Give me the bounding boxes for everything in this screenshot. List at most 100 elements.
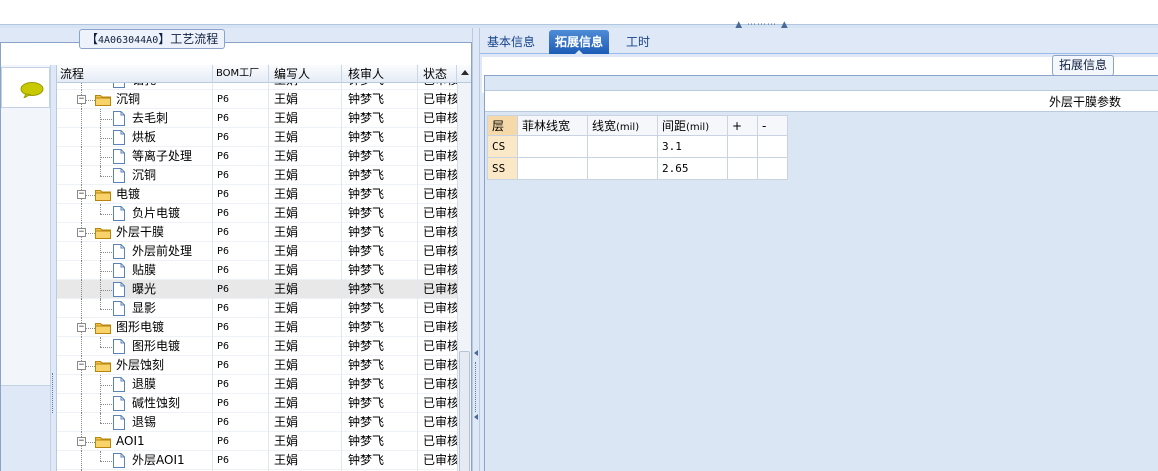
tree-step-row[interactable]: 图形电镀 P6 王娟 钟梦飞 已审核	[57, 337, 457, 356]
writer-cell[interactable]: 王娟	[269, 432, 342, 451]
tree-step-row[interactable]: 沉铜 P6 王娟 钟梦飞 已审核	[57, 166, 457, 185]
param-header-feilin[interactable]: 菲林线宽	[517, 115, 588, 136]
checker-cell[interactable]: 钟梦飞	[342, 318, 418, 337]
status-cell[interactable]: 已审核	[418, 109, 457, 128]
collapse-left-arrow-icon[interactable]	[474, 350, 478, 356]
status-cell[interactable]: 已审核	[418, 413, 457, 432]
checker-cell[interactable]: 钟梦飞	[342, 83, 418, 90]
speech-bubble-icon[interactable]	[20, 82, 44, 98]
param-header-layer[interactable]: 层	[487, 115, 518, 136]
expand-toggle-icon[interactable]: −	[77, 437, 86, 446]
writer-cell[interactable]: 王娟	[269, 242, 342, 261]
writer-cell[interactable]: 王娟	[269, 394, 342, 413]
flow-cell[interactable]: 贴膜	[57, 261, 213, 280]
status-cell[interactable]: 已审核	[418, 261, 457, 280]
status-cell[interactable]: 已审核	[418, 242, 457, 261]
flow-cell[interactable]: 外层前处理	[57, 242, 213, 261]
expand-toggle-icon[interactable]: −	[77, 361, 86, 370]
comment-chip[interactable]	[1, 67, 50, 108]
tree-step-row[interactable]: 碱性蚀刻 P6 王娟 钟梦飞 已审核	[57, 394, 457, 413]
col-header-writer[interactable]: 编写人	[269, 65, 342, 83]
checker-cell[interactable]: 钟梦飞	[342, 147, 418, 166]
tree-step-row[interactable]: 显影 P6 王娟 钟梦飞 已审核	[57, 299, 457, 318]
param-cell-layer[interactable]: SS	[487, 157, 518, 180]
col-header-bom[interactable]: BOM工厂	[213, 65, 269, 83]
param-cell-feilin[interactable]	[517, 135, 588, 158]
writer-cell[interactable]: 王娟	[269, 90, 342, 109]
scroll-thumb[interactable]	[459, 351, 470, 471]
bom-cell[interactable]: P6	[213, 83, 269, 90]
tab-basic-info[interactable]: 基本信息	[481, 30, 541, 54]
flow-cell[interactable]: 退膜	[57, 375, 213, 394]
tree-folder-row[interactable]: − 电镀 P6 王娟 钟梦飞 已审核	[57, 185, 457, 204]
param-header-spacing[interactable]: 间距(mil)	[657, 115, 728, 136]
writer-cell[interactable]: 王娟	[269, 451, 342, 470]
expand-toggle-icon[interactable]: −	[77, 323, 86, 332]
writer-cell[interactable]: 王娟	[269, 109, 342, 128]
writer-cell[interactable]: 王娟	[269, 318, 342, 337]
tree-step-row[interactable]: 去毛刺 P6 王娟 钟梦飞 已审核	[57, 109, 457, 128]
col-header-flow[interactable]: 流程	[57, 65, 213, 83]
tree-folder-row[interactable]: − 外层干膜 P6 王娟 钟梦飞 已审核	[57, 223, 457, 242]
tree-folder-row[interactable]: − AOI1 P6 王娟 钟梦飞 已审核	[57, 432, 457, 451]
writer-cell[interactable]: 王娟	[269, 280, 342, 299]
status-cell[interactable]: 已审核	[418, 147, 457, 166]
flow-cell[interactable]: 烘板	[57, 128, 213, 147]
checker-cell[interactable]: 钟梦飞	[342, 451, 418, 470]
status-cell[interactable]: 已审核	[418, 375, 457, 394]
bom-cell[interactable]: P6	[213, 413, 269, 432]
tree-step-row[interactable]: 曝光 P6 王娟 钟梦飞 已审核	[57, 280, 457, 299]
writer-cell[interactable]: 王娟	[269, 375, 342, 394]
status-cell[interactable]: 已审核	[418, 299, 457, 318]
checker-cell[interactable]: 钟梦飞	[342, 299, 418, 318]
param-cell-feilin[interactable]	[517, 157, 588, 180]
checker-cell[interactable]: 钟梦飞	[342, 394, 418, 413]
tab-work-hours[interactable]: 工时	[620, 30, 656, 54]
center-splitter-grip[interactable]	[475, 362, 478, 412]
expand-toggle-icon[interactable]: −	[77, 228, 86, 237]
flow-cell[interactable]: − 电镀	[57, 185, 213, 204]
checker-cell[interactable]: 钟梦飞	[342, 337, 418, 356]
tree-step-row[interactable]: 外层AOI1 P6 王娟 钟梦飞 已审核	[57, 451, 457, 470]
center-splitter[interactable]	[472, 28, 480, 471]
writer-cell[interactable]: 王娟	[269, 204, 342, 223]
flow-cell[interactable]: 显影	[57, 299, 213, 318]
tree-step-row[interactable]: 钻孔 P6王娟钟梦飞已审核	[57, 83, 457, 90]
status-cell[interactable]: 已审核	[418, 185, 457, 204]
flow-cell[interactable]: − AOI1	[57, 432, 213, 451]
flow-cell[interactable]: 沉铜	[57, 166, 213, 185]
checker-cell[interactable]: 钟梦飞	[342, 261, 418, 280]
checker-cell[interactable]: 钟梦飞	[342, 223, 418, 242]
param-cell-layer[interactable]: CS	[487, 135, 518, 158]
checker-cell[interactable]: 钟梦飞	[342, 413, 418, 432]
bom-cell[interactable]: P6	[213, 147, 269, 166]
add-row-button[interactable]: +	[727, 115, 758, 136]
expand-toggle-icon[interactable]: −	[77, 95, 86, 104]
flow-cell[interactable]: 等离子处理	[57, 147, 213, 166]
tree-step-row[interactable]: 退锡 P6 王娟 钟梦飞 已审核	[57, 413, 457, 432]
tab-extension-info[interactable]: 拓展信息	[549, 30, 610, 54]
bom-cell[interactable]: P6	[213, 242, 269, 261]
bom-cell[interactable]: P6	[213, 261, 269, 280]
flow-cell[interactable]: − 外层蚀刻	[57, 356, 213, 375]
flow-cell[interactable]: 退锡	[57, 413, 213, 432]
bom-cell[interactable]: P6	[213, 185, 269, 204]
bom-cell[interactable]: P6	[213, 223, 269, 242]
writer-cell[interactable]: 王娟	[269, 299, 342, 318]
checker-cell[interactable]: 钟梦飞	[342, 356, 418, 375]
writer-cell[interactable]: 王娟	[269, 261, 342, 280]
bom-cell[interactable]: P6	[213, 90, 269, 109]
grid-vertical-scrollbar[interactable]	[457, 70, 471, 471]
col-header-status[interactable]: 状态	[418, 65, 457, 83]
flow-cell[interactable]: 钻孔	[57, 83, 213, 90]
status-cell[interactable]: 已审核	[418, 318, 457, 337]
param-cell-width[interactable]	[587, 135, 658, 158]
writer-cell[interactable]: 王娟	[269, 83, 342, 90]
tree-step-row[interactable]: 负片电镀 P6 王娟 钟梦飞 已审核	[57, 204, 457, 223]
checker-cell[interactable]: 钟梦飞	[342, 109, 418, 128]
bom-cell[interactable]: P6	[213, 337, 269, 356]
checker-cell[interactable]: 钟梦飞	[342, 128, 418, 147]
tree-step-row[interactable]: 烘板 P6 王娟 钟梦飞 已审核	[57, 128, 457, 147]
flow-cell[interactable]: 外层AOI1	[57, 451, 213, 470]
tree-folder-row[interactable]: − 外层蚀刻 P6 王娟 钟梦飞 已审核	[57, 356, 457, 375]
